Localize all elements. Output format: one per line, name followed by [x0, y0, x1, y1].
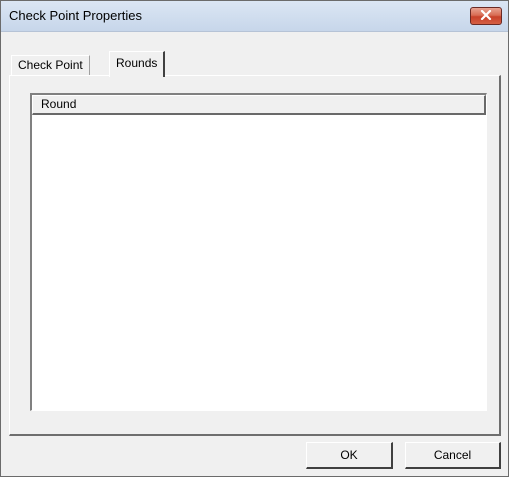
dialog-body: Check Point Rounds Round OK Cancel: [1, 32, 508, 476]
close-icon: [480, 7, 492, 25]
ok-button[interactable]: OK: [306, 442, 393, 469]
dialog-window: Check Point Properties Check Point Round…: [0, 0, 509, 477]
rounds-list[interactable]: Round: [30, 93, 487, 411]
tab-rounds[interactable]: Rounds: [109, 51, 166, 77]
close-button[interactable]: [470, 7, 502, 25]
window-title: Check Point Properties: [9, 8, 142, 23]
tab-check-point[interactable]: Check Point: [11, 55, 90, 76]
title-bar[interactable]: Check Point Properties: [1, 1, 508, 32]
cancel-button[interactable]: Cancel: [405, 442, 501, 469]
column-header-round[interactable]: Round: [32, 95, 486, 115]
